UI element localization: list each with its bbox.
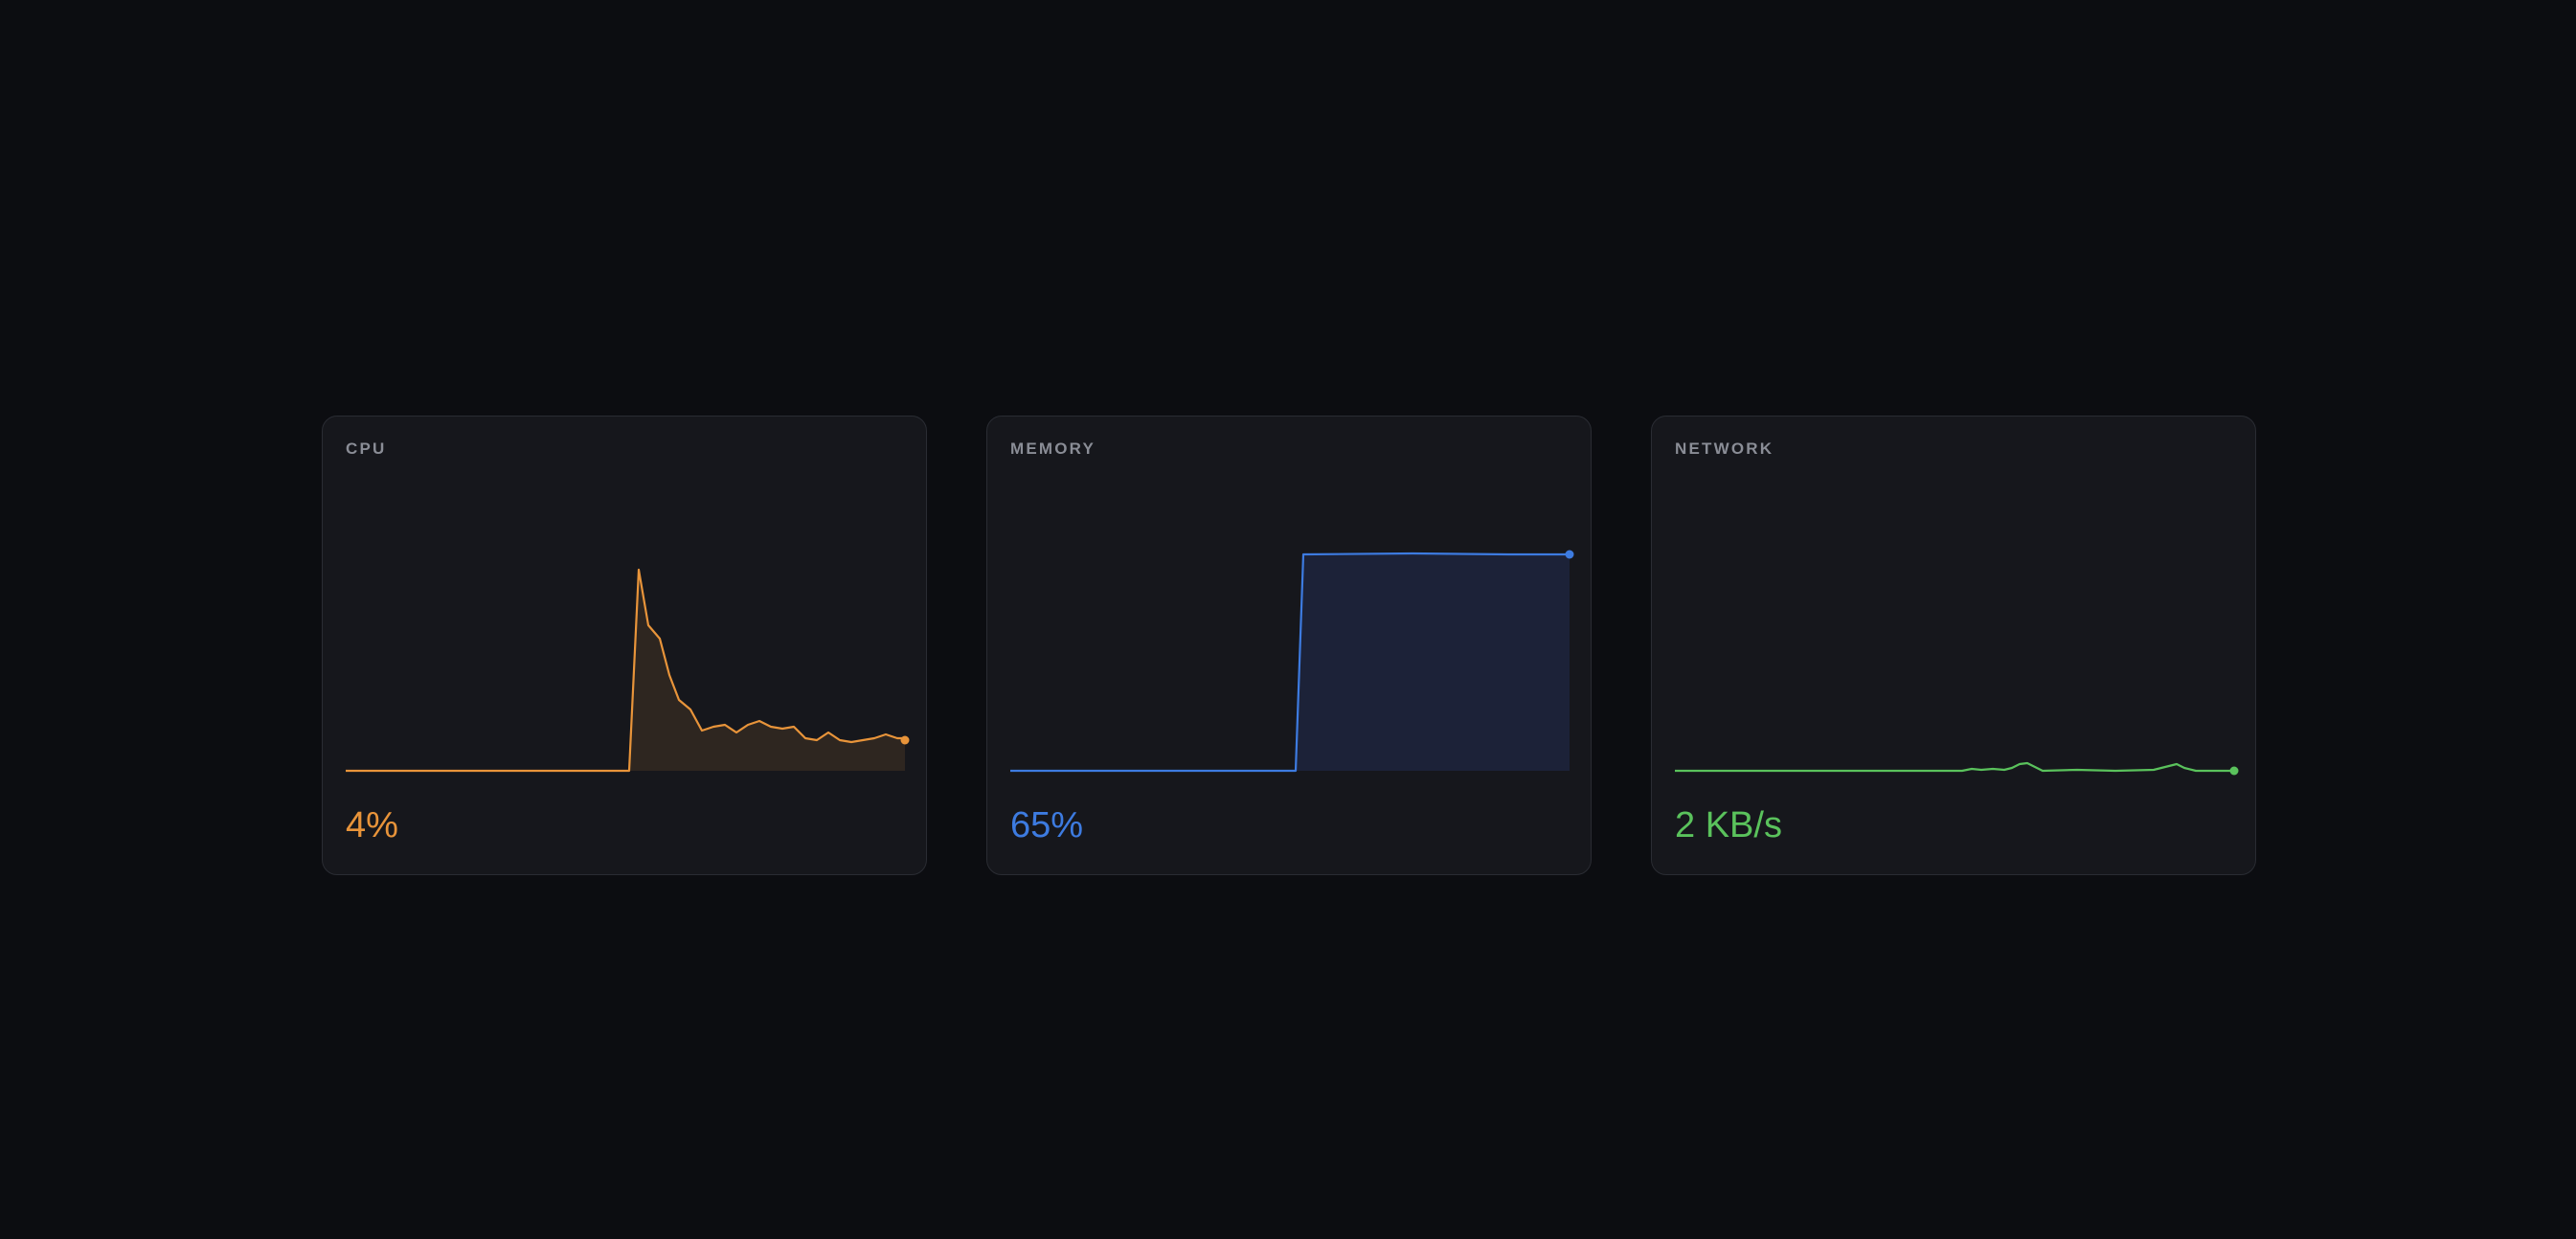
cpu-label: CPU	[346, 439, 387, 458]
cpu-chart	[346, 568, 910, 773]
memory-current-point	[1565, 550, 1574, 559]
metrics-panel: CPU 4% MEMORY 65% NETWORK 2 KB/s	[322, 416, 2258, 877]
memory-label: MEMORY	[1010, 439, 1096, 458]
network-value: 2 KB/s	[1675, 805, 1782, 845]
memory-chart	[1010, 550, 1574, 773]
cpu-card: CPU 4%	[322, 416, 927, 875]
memory-area	[1010, 554, 1570, 771]
memory-value: 65%	[1010, 805, 1084, 845]
network-line	[1675, 761, 2234, 773]
memory-card: MEMORY 65%	[986, 416, 1592, 875]
network-chart	[1675, 761, 2239, 776]
network-card: NETWORK 2 KB/s	[1651, 416, 2256, 875]
network-label: NETWORK	[1675, 439, 1774, 458]
network-current-point	[2229, 766, 2239, 776]
cpu-area	[346, 570, 905, 771]
cpu-current-point	[900, 735, 910, 745]
cpu-value: 4%	[346, 805, 398, 845]
